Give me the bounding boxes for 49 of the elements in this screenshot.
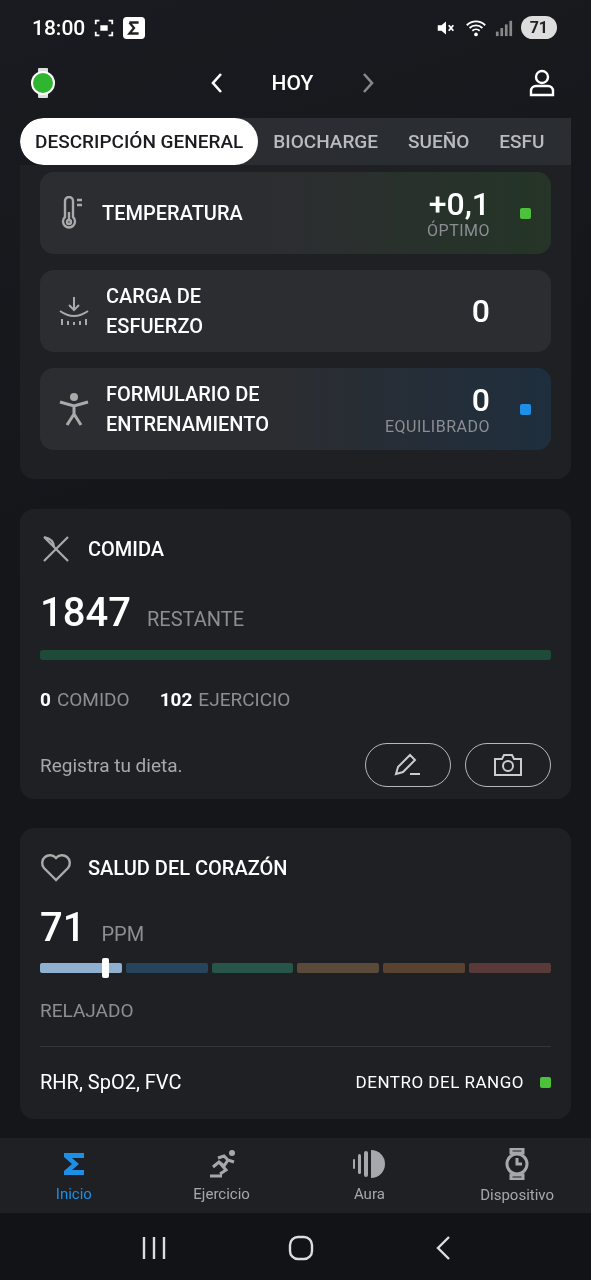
- metric-label: FORMULARIO DE ENTRENAMIENTO: [106, 381, 269, 438]
- eaten-count: 0: [40, 688, 51, 711]
- metric-status: ÓPTIMO: [427, 220, 490, 240]
- nav-tab[interactable]: Dispositivo: [443, 1138, 591, 1213]
- tab[interactable]: BIOCHARGE: [258, 118, 394, 165]
- nav-tab[interactable]: Aura: [295, 1138, 444, 1213]
- diet-prompt: Registra tu dieta.: [40, 753, 184, 777]
- tab[interactable]: DESCRIPCIÓN GENERAL: [20, 118, 259, 165]
- range-status: DENTRO DEL RANGO: [355, 1072, 524, 1092]
- heart-rate: 71: [40, 904, 86, 951]
- metric-card[interactable]: CARGA DE ESFUERZO 0: [40, 270, 551, 352]
- card-title: COMIDA: [88, 537, 165, 561]
- clock-time: 18:00: [32, 15, 86, 40]
- metric-value: 0: [471, 382, 490, 417]
- recents-icon: [140, 1236, 167, 1260]
- battery-level: 71: [520, 16, 557, 39]
- back-icon: [434, 1235, 451, 1261]
- exercise-label: EJERCICIO: [198, 688, 291, 711]
- eaten-label: COMIDO: [56, 688, 130, 711]
- metric-value: +0,1: [428, 186, 490, 221]
- metric-card[interactable]: TEMPERATURA +0,1 ÓPTIMO: [40, 172, 551, 254]
- date-title: HOY: [271, 70, 314, 95]
- metric-label: TEMPERATURA: [102, 200, 244, 227]
- calories-remaining: 1847: [40, 589, 131, 636]
- nav-tab[interactable]: Ejercicio: [147, 1138, 296, 1213]
- home-icon: [287, 1235, 314, 1261]
- remaining-label: RESTANTE: [146, 607, 244, 631]
- tab[interactable]: SUEÑO: [393, 118, 485, 165]
- exercise-count: 102: [159, 688, 193, 711]
- tab[interactable]: ESFU: [484, 118, 560, 165]
- profile-icon[interactable]: [529, 68, 555, 97]
- metric-label: CARGA DE ESFUERZO: [106, 283, 204, 340]
- zone-label: RELAJADO: [40, 999, 135, 1022]
- camera-icon: [492, 752, 524, 778]
- metric-card[interactable]: FORMULARIO DE ENTRENAMIENTO 0 EQUILIBRADO: [40, 368, 551, 450]
- heart-icon: [40, 853, 72, 883]
- chevron-left-icon: [209, 71, 224, 94]
- unit-label: PPM: [101, 922, 145, 946]
- aura-icon: [352, 1148, 387, 1179]
- watch-icon[interactable]: [30, 66, 56, 99]
- figure-icon: [58, 392, 90, 426]
- card-title: SALUD DEL CORAZÓN: [88, 856, 288, 880]
- sigma-app-icon: [123, 16, 146, 39]
- metrics-list: RHR, SpO2, FVC: [40, 1070, 356, 1094]
- metric-value: 0: [471, 294, 490, 328]
- nav-tab[interactable]: Inicio: [0, 1138, 148, 1213]
- load-arrow-icon: [58, 295, 90, 327]
- metric-status: EQUILIBRADO: [384, 416, 490, 436]
- chevron-right-icon: [361, 71, 376, 94]
